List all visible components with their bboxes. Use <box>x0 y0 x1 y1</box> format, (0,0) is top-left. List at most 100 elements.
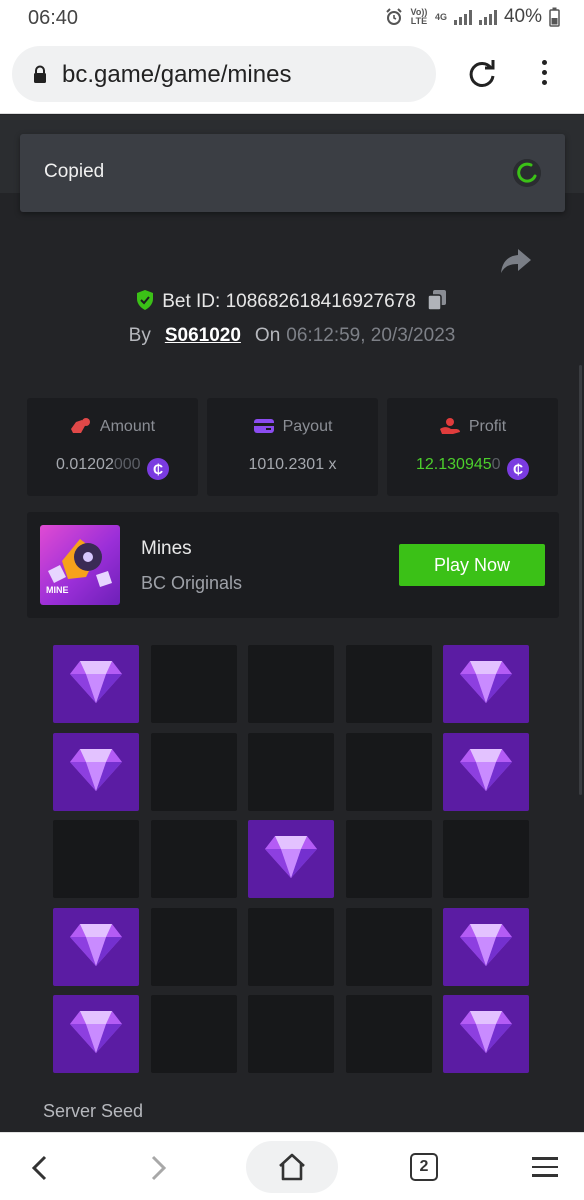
profit-card: Profit 12.1309450 ₵ <box>387 398 558 496</box>
alarm-icon <box>386 8 402 25</box>
hamburger-menu-icon[interactable] <box>532 1157 558 1177</box>
page-content: Copied Bet ID: 108682618416927678 By S061… <box>0 115 584 1132</box>
by-label: By <box>128 325 151 346</box>
mine-tile <box>345 820 432 898</box>
gem-tile <box>443 995 529 1073</box>
mine-tile <box>345 995 432 1073</box>
diamond-icon <box>460 923 512 966</box>
gem-tile <box>53 732 139 811</box>
coin-icon: ₵ <box>507 458 529 480</box>
reload-icon[interactable] <box>466 58 498 90</box>
play-now-button[interactable]: Play Now <box>399 544 545 586</box>
profit-value-dim: 0 <box>491 456 501 473</box>
mines-game-thumbnail[interactable]: MINE <box>40 525 120 605</box>
gem-tile <box>53 645 139 723</box>
payout-label: Payout <box>282 418 333 435</box>
url-text[interactable]: bc.game/game/mines <box>62 61 291 89</box>
diamond-icon <box>265 836 317 878</box>
gem-tile <box>53 907 139 986</box>
diamond-icon <box>70 923 122 966</box>
coin-icon: ₵ <box>147 458 169 480</box>
amount-icon <box>70 418 90 433</box>
browser-bottom-nav: 2 <box>0 1132 584 1200</box>
battery-icon <box>549 7 560 27</box>
lock-icon <box>34 65 46 83</box>
mine-tile <box>248 907 334 986</box>
gem-tile <box>443 645 529 723</box>
wallet-icon <box>253 419 274 433</box>
home-button[interactable] <box>246 1141 338 1193</box>
mines-board <box>53 645 529 1073</box>
game-title: Mines <box>141 538 192 559</box>
mine-tile <box>150 732 237 811</box>
volte-indicator: Vo)) LTE <box>410 7 428 26</box>
payout-card: Payout 1010.2301 x <box>207 398 378 496</box>
bet-id-row: Bet ID: 108682618416927678 <box>0 289 584 313</box>
bet-timestamp: 06:12:59, 20/3/2023 <box>286 325 456 346</box>
game-provider: BC Originals <box>141 573 243 593</box>
diamond-icon <box>460 748 512 791</box>
gem-tile <box>443 907 529 986</box>
browser-menu-icon[interactable] <box>536 60 552 90</box>
bet-id: Bet ID: 108682618416927678 <box>162 291 416 312</box>
status-icons: Vo)) LTE 4G 40% <box>385 6 560 28</box>
network-indicator: 4G <box>434 11 447 22</box>
mine-tile <box>345 907 432 986</box>
thumbnail-label: MINE <box>46 585 69 595</box>
amount-card: Amount 0.01202000 ₵ <box>27 398 198 496</box>
mine-tile <box>248 995 334 1073</box>
payout-value: 1010.2301 x <box>248 456 337 473</box>
mine-tile <box>150 995 237 1073</box>
copied-toast: Copied <box>20 134 565 212</box>
mine-tile <box>248 732 334 811</box>
page-scrollbar[interactable] <box>579 365 582 795</box>
gem-tile <box>53 995 139 1073</box>
mine-tile <box>443 820 529 898</box>
back-arrow-icon[interactable] <box>28 1154 50 1182</box>
gem-tile <box>248 820 334 898</box>
on-label: On <box>254 325 281 346</box>
status-time: 06:40 <box>28 7 79 29</box>
profit-hand-icon <box>439 418 460 434</box>
diamond-icon <box>70 1011 122 1053</box>
home-icon <box>279 1153 305 1181</box>
mine-tile <box>345 645 432 723</box>
mine-tile <box>150 907 237 986</box>
address-bar[interactable]: bc.game/game/mines <box>12 46 436 102</box>
profit-value: 12.1309450 ₵ <box>387 456 558 480</box>
amount-value-main: 0.01202 <box>56 456 114 473</box>
diamond-icon <box>460 1011 512 1053</box>
diamond-icon <box>460 661 512 703</box>
status-bar: 06:40 Vo)) LTE 4G 40% <box>0 0 584 36</box>
amount-label: Amount <box>99 418 156 435</box>
battery-level: 40% <box>503 6 542 27</box>
share-icon[interactable] <box>500 247 532 275</box>
mine-tile <box>150 645 237 723</box>
gem-tile <box>443 732 529 811</box>
mine-tile <box>53 820 139 898</box>
mine-tile <box>150 820 237 898</box>
forward-arrow-icon[interactable] <box>148 1154 170 1182</box>
server-seed-heading: Server Seed <box>43 1101 144 1121</box>
browser-toolbar: bc.game/game/mines <box>0 36 584 114</box>
mine-tile <box>248 645 334 723</box>
game-card: MINE Mines BC Originals Play Now <box>27 512 559 618</box>
payout-label-row: Payout <box>207 417 378 436</box>
signal-icon <box>453 9 472 25</box>
profit-value-main: 12.130945 <box>416 456 492 473</box>
toast-message: Copied <box>44 161 105 182</box>
amount-value-dim: 000 <box>113 456 141 473</box>
mine-tile <box>345 732 432 811</box>
copy-icon[interactable] <box>426 289 448 311</box>
shield-check-icon <box>137 290 154 310</box>
progress-spinner-icon <box>513 159 541 187</box>
bet-meta-row: By S061020 On 06:12:59, 20/3/2023 <box>0 325 584 347</box>
profit-label: Profit <box>468 418 507 435</box>
signal-icon <box>478 9 497 25</box>
player-username-link[interactable]: S061020 <box>165 325 241 346</box>
amount-value: 0.01202000 ₵ <box>27 456 198 480</box>
tab-switcher-button[interactable]: 2 <box>410 1153 438 1181</box>
diamond-icon <box>70 748 122 791</box>
diamond-icon <box>70 661 122 703</box>
amount-label-row: Amount <box>27 417 198 436</box>
